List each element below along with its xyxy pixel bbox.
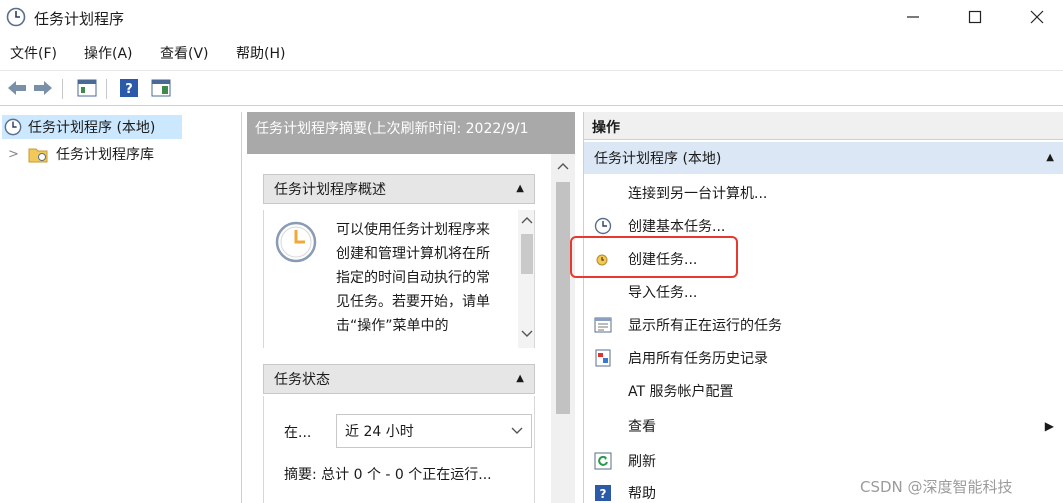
action-label: 创建基本任务... [628, 219, 726, 235]
toolbar: ? [0, 70, 1063, 106]
action-label: 导入任务... [628, 285, 698, 301]
back-button[interactable] [6, 77, 28, 99]
action-refresh[interactable]: 刷新 [584, 446, 1063, 476]
svg-text:?: ? [125, 82, 133, 97]
summary-pane: 任务计划程序摘要(上次刷新时间: 2022/9/1 任务计划程序概述 ▲ 可以使… [247, 112, 575, 503]
status-section-header[interactable]: 任务状态 ▲ [263, 364, 535, 394]
menu-action[interactable]: 操作(A) [84, 43, 133, 63]
action-view[interactable]: 查看 ▶ [584, 411, 1063, 441]
console-tree: 任务计划程序 (本地) > 任务计划程序库 [0, 112, 242, 503]
overview-title: 任务计划程序概述 [274, 182, 386, 198]
scroll-up-icon [557, 163, 569, 170]
scroll-down-icon [521, 330, 533, 337]
help-icon: ? [595, 485, 611, 501]
action-enable-history[interactable]: 启用所有任务历史记录 [584, 343, 1063, 373]
status-title: 任务状态 [274, 372, 330, 388]
menu-bar: 文件(F) 操作(A) 查看(V) 帮助(H) [0, 38, 1063, 66]
forward-arrow-icon [34, 81, 52, 95]
back-arrow-icon [8, 81, 26, 95]
action-connect-computer[interactable]: 连接到另一台计算机... [584, 178, 1063, 208]
collapse-caret-icon[interactable]: ▲ [516, 183, 524, 194]
menu-help[interactable]: 帮助(H) [236, 43, 285, 63]
close-icon [1030, 10, 1044, 24]
tree-item-label: 任务计划程序 (本地) [28, 120, 156, 136]
actions-group-header[interactable]: 任务计划程序 (本地) ▲ [584, 142, 1063, 174]
action-import-task[interactable]: 导入任务... [584, 277, 1063, 307]
collapse-caret-icon[interactable]: ▲ [1046, 152, 1054, 163]
scroll-up-icon [521, 217, 533, 224]
scrollbar-thumb[interactable] [521, 234, 533, 274]
status-period-value: 近 24 小时 [345, 424, 414, 440]
clock-icon [594, 217, 612, 235]
maximize-icon [968, 10, 982, 24]
summary-scrollbar[interactable] [551, 154, 575, 503]
overview-box: 可以使用任务计划程序来创建和管理计算机将在所指定的时间自动执行的常见任务。若要开… [263, 210, 535, 348]
action-pane-icon [151, 79, 171, 97]
action-label: 刷新 [628, 454, 656, 470]
chevron-down-icon [511, 427, 523, 434]
folder-icon [28, 148, 48, 163]
help-icon: ? [120, 79, 138, 97]
status-summary: 摘要: 总计 0 个 - 0 个正在运行... [284, 467, 492, 483]
action-at-service-config[interactable]: AT 服务帐户配置 [584, 376, 1063, 406]
maximize-button[interactable] [952, 2, 998, 32]
action-display-running-tasks[interactable]: 显示所有正在运行的任务 [584, 310, 1063, 340]
overview-text: 可以使用任务计划程序来创建和管理计算机将在所指定的时间自动执行的常见任务。若要开… [336, 222, 490, 334]
menu-file[interactable]: 文件(F) [10, 43, 57, 63]
tree-item-label: 任务计划程序库 [56, 147, 154, 163]
overview-scrollbar[interactable] [518, 210, 534, 348]
running-tasks-icon [594, 317, 612, 333]
status-in-label: 在... [284, 425, 312, 441]
actions-pane: 操作 任务计划程序 (本地) ▲ 连接到另一台计算机... 创建基本任务... … [583, 112, 1063, 503]
status-period-select[interactable]: 近 24 小时 [336, 414, 532, 448]
clock-large-icon [275, 221, 317, 263]
svg-text:?: ? [600, 487, 607, 501]
highlight-annotation [570, 236, 738, 278]
scrollbar-thumb[interactable] [556, 182, 570, 414]
action-label: 启用所有任务历史记录 [628, 351, 768, 367]
console-tree-icon [77, 79, 97, 97]
show-hide-action-pane-button[interactable] [150, 77, 172, 99]
watermark: CSDN @深度智能科技 [860, 478, 1013, 496]
submenu-arrow-icon: ▶ [1044, 419, 1054, 433]
toolbar-separator [106, 79, 107, 99]
refresh-icon [594, 452, 612, 470]
action-label: 帮助 [628, 486, 656, 502]
status-box: 在... 近 24 小时 摘要: 总计 0 个 - 0 个正在运行... [263, 396, 535, 503]
history-icon [595, 349, 611, 367]
menu-view[interactable]: 查看(V) [160, 43, 209, 63]
summary-header: 任务计划程序摘要(上次刷新时间: 2022/9/1 [247, 112, 575, 154]
overview-section-header[interactable]: 任务计划程序概述 ▲ [263, 174, 535, 204]
title-bar: 任务计划程序 [0, 0, 1063, 36]
expand-chevron-icon[interactable]: > [8, 147, 20, 162]
help-toolbar-button[interactable]: ? [118, 77, 140, 99]
minimize-button[interactable] [890, 2, 936, 32]
tree-item-task-scheduler-library[interactable]: > 任务计划程序库 [8, 142, 154, 166]
action-label: 连接到另一台计算机... [628, 186, 768, 202]
clock-app-icon [6, 7, 26, 27]
minimize-icon [907, 16, 919, 18]
window-title: 任务计划程序 [34, 10, 125, 28]
action-label: 查看 [628, 419, 656, 435]
toolbar-separator [62, 79, 63, 99]
action-label: AT 服务帐户配置 [628, 384, 734, 400]
actions-group-label: 任务计划程序 (本地) [594, 151, 722, 167]
tree-item-task-scheduler-local[interactable]: 任务计划程序 (本地) [2, 115, 182, 139]
collapse-caret-icon[interactable]: ▲ [516, 373, 524, 384]
actions-title: 操作 [584, 112, 1063, 140]
action-label: 显示所有正在运行的任务 [628, 318, 782, 334]
forward-button[interactable] [32, 77, 54, 99]
show-hide-console-tree-button[interactable] [76, 77, 98, 99]
clock-icon [4, 118, 22, 136]
close-button[interactable] [1014, 2, 1060, 32]
